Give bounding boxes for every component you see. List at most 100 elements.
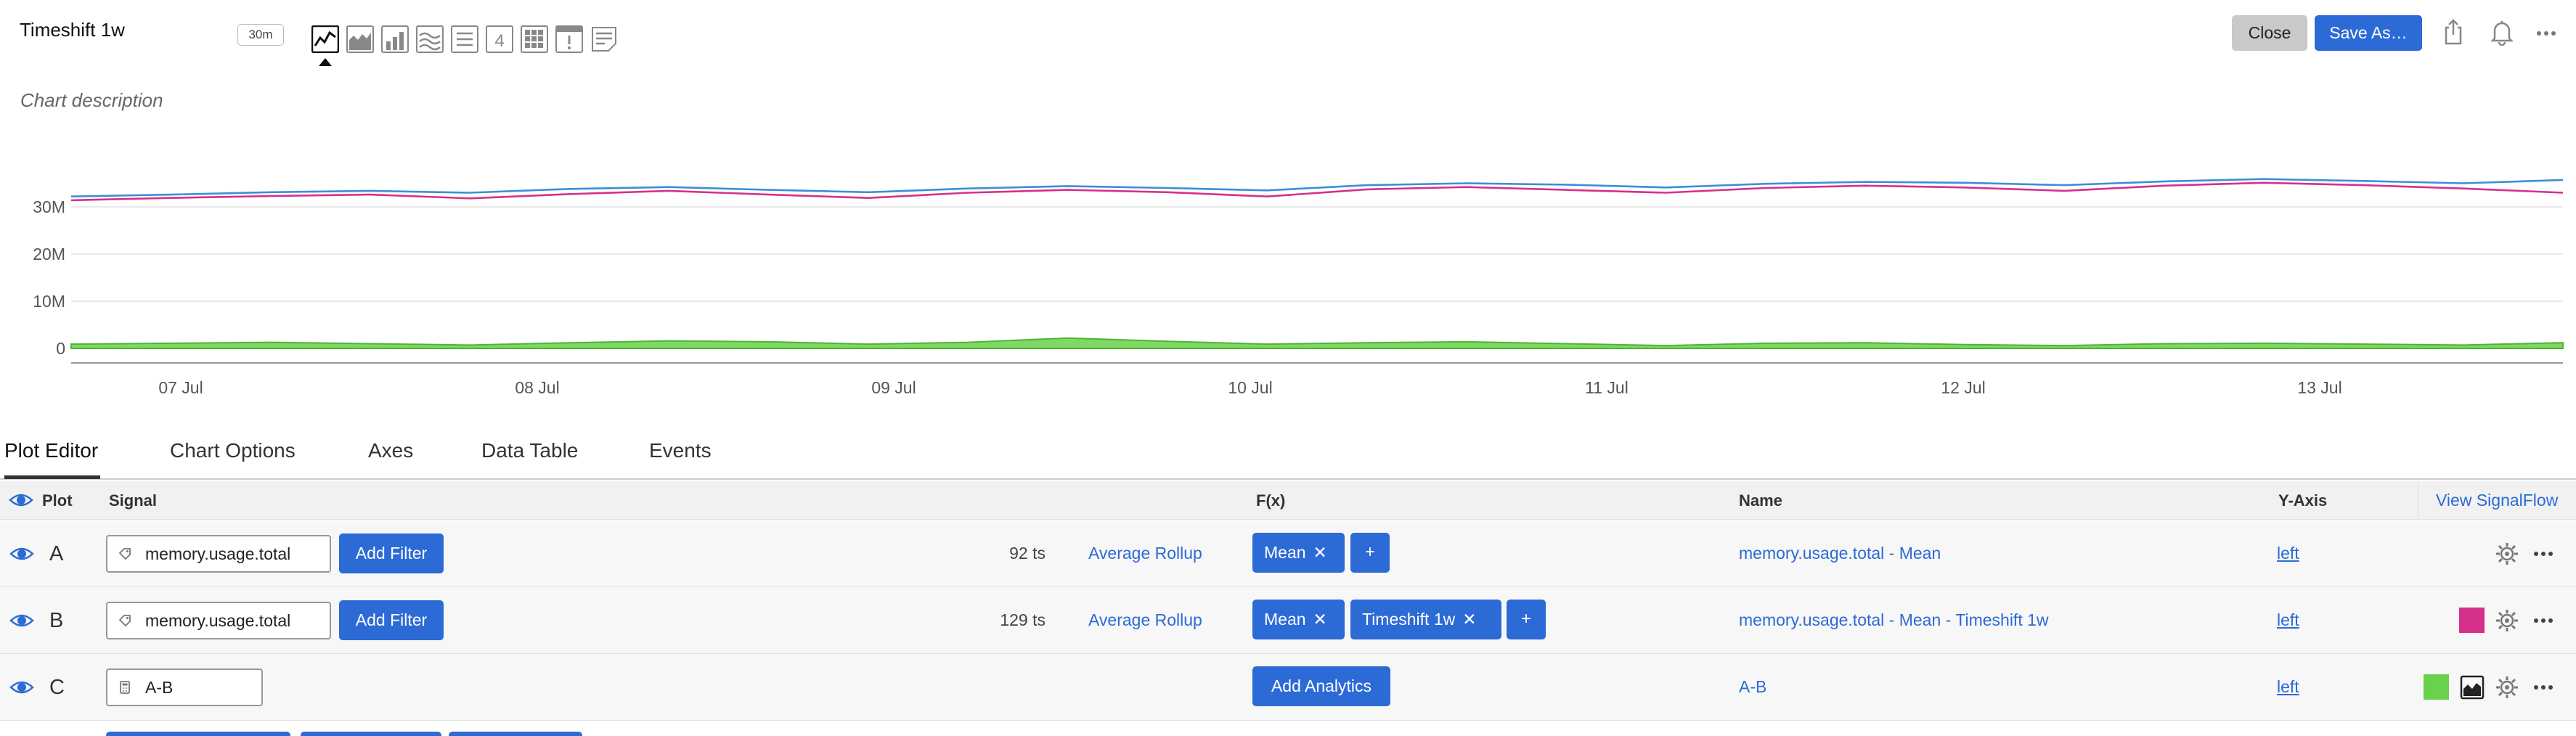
column-chart-icon[interactable] [380,24,410,54]
more-icon[interactable] [2530,674,2556,700]
plot-row-c: C A-B Add Analytics A-B left [0,654,2576,721]
function-label: Mean [1264,610,1306,629]
plot-table-header: Plot Signal F(x) Name Y-Axis View Signal… [0,481,2576,520]
x-tick-label: 07 Jul [158,378,203,397]
chart-grid [71,206,2563,364]
plot-name-link[interactable]: memory.usage.total - Mean [1739,544,1941,563]
function-chip-mean[interactable]: Mean ✕ [1252,600,1345,639]
editor-tabs: Plot Editor Chart Options Axes Data Tabl… [0,432,2576,480]
close-button[interactable]: Close [2232,15,2307,51]
header-plot: Plot [42,491,73,510]
more-icon[interactable] [2530,608,2556,634]
gear-icon[interactable] [2494,541,2520,567]
function-chip-timeshift[interactable]: Timeshift 1w ✕ [1350,600,1501,639]
x-tick-label: 10 Jul [1228,378,1272,397]
y-axis-link[interactable]: left [2277,610,2299,630]
eye-icon[interactable] [9,608,34,633]
tab-plot-editor[interactable]: Plot Editor [4,439,98,462]
add-analytics-button[interactable]: Add Analytics [1252,666,1390,706]
add-filter-button[interactable]: Add Filter [339,600,444,640]
share-icon[interactable] [2437,16,2469,48]
save-as-button[interactable]: Save As… [2315,15,2422,51]
calculator-icon [120,681,130,694]
x-tick-label: 11 Jul [1585,378,1629,397]
more-icon[interactable] [2530,541,2556,567]
chart-description-field[interactable]: Chart description [20,89,163,112]
plot-name-link[interactable]: A-B [1739,677,1766,697]
add-filter-button[interactable]: Add Filter [339,533,444,573]
tag-icon [118,615,131,627]
line-chart: 0 10M 20M 30M 07 Jul 08 Jul 09 Jul 10 Jul 11 Ju… [33,178,2564,397]
y-tick-label: 0 [56,339,65,358]
tab-chart-options[interactable]: Chart Options [170,439,295,462]
header-name: Name [1739,491,1782,510]
plot-letter: C [49,676,65,699]
formula-input[interactable]: A-B [106,668,263,706]
signal-name: memory.usage.total [145,544,291,563]
signal-input[interactable]: memory.usage.total [106,535,331,573]
row-button-peek[interactable] [106,732,290,736]
gear-icon[interactable] [2494,674,2520,700]
svg-text:4: 4 [494,31,504,51]
tab-data-table[interactable]: Data Table [481,439,578,462]
list-icon[interactable] [449,24,480,54]
y-tick-label: 20M [33,245,65,263]
plot-name-link[interactable]: memory.usage.total - Mean - Timeshift 1w [1739,610,2049,630]
y-tick-label: 30M [33,197,65,216]
formula-text: A-B [145,677,174,697]
rollup-link[interactable]: Average Rollup [1088,544,1202,563]
header-signal: Signal [109,491,158,510]
header-yaxis: Y-Axis [2278,491,2328,510]
x-tick-label: 08 Jul [515,378,559,397]
eye-icon[interactable] [9,541,34,566]
close-icon[interactable]: ✕ [1462,610,1476,629]
row-button-peek[interactable] [449,732,582,736]
x-tick-label: 09 Jul [871,378,916,397]
header-fx: F(x) [1256,491,1286,510]
x-tick-label: 13 Jul [2297,378,2341,397]
close-icon[interactable]: ✕ [1313,543,1327,562]
row-button-peek[interactable] [301,732,441,736]
tab-events[interactable]: Events [649,439,712,462]
y-axis-ticks: 0 10M 20M 30M [33,197,65,358]
function-label: Mean [1264,543,1306,562]
close-icon[interactable]: ✕ [1313,610,1327,629]
x-axis-ticks: 07 Jul 08 Jul 09 Jul 10 Jul 11 Jul 12 Jul 13 J… [158,378,2341,397]
event-feed-icon[interactable] [554,24,584,54]
bell-icon[interactable] [2486,16,2518,48]
timeseries-count: 129 ts [1000,610,1046,629]
area-chart-icon[interactable] [345,24,375,54]
eye-icon[interactable] [9,488,33,512]
chart-series [70,178,2564,349]
text-note-icon[interactable] [589,24,619,54]
series-color-swatch[interactable] [2459,608,2485,633]
resolution-badge: 30m [237,24,284,46]
series-color-swatch[interactable] [2424,674,2449,700]
plot-letter: B [49,609,64,632]
signal-input[interactable]: memory.usage.total [106,602,331,639]
view-signalflow-link[interactable]: View SignalFlow [2418,481,2558,520]
gear-icon[interactable] [2494,608,2520,634]
area-chart-icon[interactable] [2459,674,2485,700]
x-tick-label: 12 Jul [1941,378,1985,397]
plot-letter: A [49,542,64,565]
eye-icon[interactable] [9,675,34,700]
rollup-link[interactable]: Average Rollup [1088,610,1202,630]
histogram-icon[interactable] [415,24,445,54]
add-function-button[interactable]: + [1507,600,1546,639]
more-icon[interactable] [2530,16,2562,48]
signal-name: memory.usage.total [145,610,291,630]
heatmap-icon[interactable] [519,24,550,54]
chart-title[interactable]: Timeshift 1w [20,19,125,41]
function-chip-mean[interactable]: Mean ✕ [1252,533,1345,573]
visualization-type-toolbar: 4 [310,24,619,66]
active-tab-indicator [4,475,100,479]
add-function-button[interactable]: + [1350,533,1390,573]
y-axis-link[interactable]: left [2277,544,2299,563]
y-axis-link[interactable]: left [2277,677,2299,697]
tag-icon [118,548,131,560]
line-chart-icon[interactable] [310,24,341,66]
tab-axes[interactable]: Axes [368,439,413,462]
plot-row-b: B memory.usage.total Add Filter 129 ts A… [0,587,2576,654]
single-value-icon[interactable]: 4 [484,24,515,54]
